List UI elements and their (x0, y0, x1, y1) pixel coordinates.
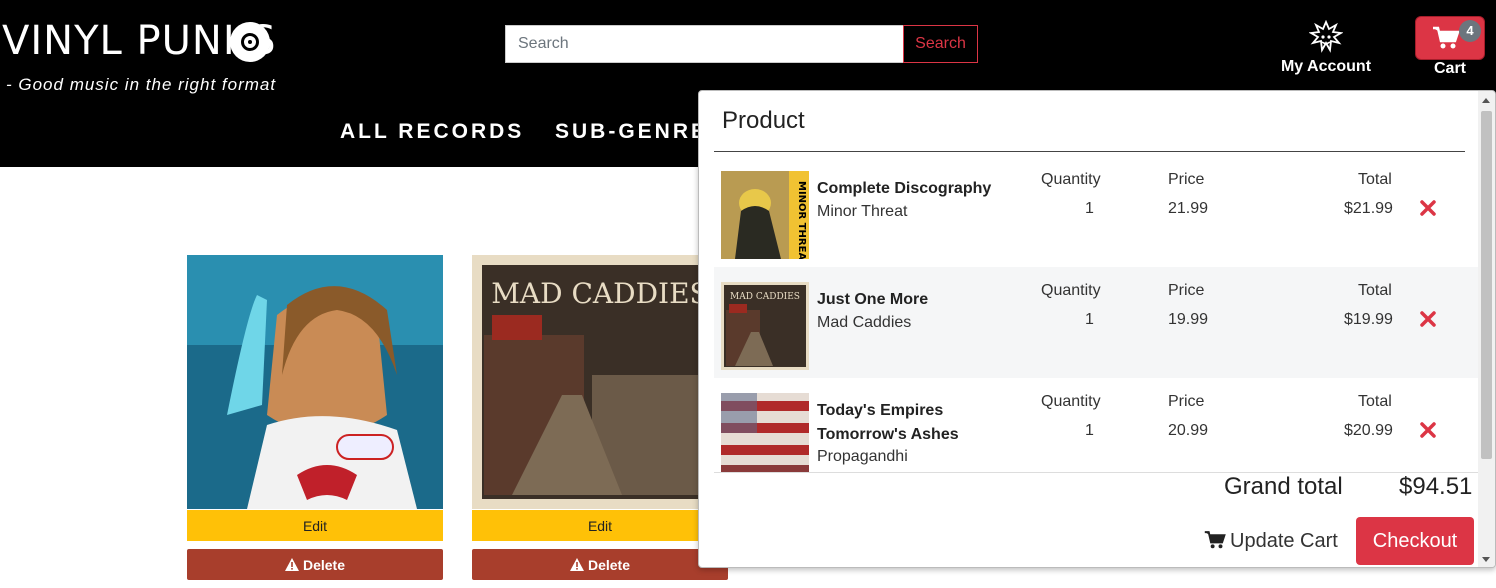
cart-dropdown: Product MINOR THREAT Complete Discograph… (698, 90, 1496, 568)
grand-total-label: Grand total (1224, 473, 1343, 500)
quantity-value[interactable]: 1 (1085, 311, 1094, 329)
price-value: 20.99 (1168, 422, 1209, 439)
cart-item-row: MAD CADDIES Just One More Mad Caddies Qu… (714, 267, 1480, 378)
quantity-value[interactable]: 1 (1085, 200, 1094, 218)
total-label: Total (1358, 171, 1392, 188)
quantity-label: Quantity (1041, 171, 1101, 188)
total-label: Total (1358, 393, 1392, 410)
edit-button[interactable]: Edit (187, 510, 443, 541)
price-label: Price (1168, 282, 1205, 299)
cart-item-thumbnail: MAD CADDIES (721, 282, 809, 370)
cart-icon (1204, 530, 1226, 548)
album-cover-image[interactable] (187, 255, 443, 509)
cart-item-title[interactable]: Complete Discography (817, 177, 1017, 201)
svg-text:MAD CADDIES: MAD CADDIES (491, 277, 708, 310)
checkout-button[interactable]: Checkout (1356, 517, 1474, 565)
delete-button[interactable]: Delete (187, 549, 443, 580)
price-value: 21.99 (1168, 200, 1209, 217)
delete-label: Delete (587, 556, 631, 573)
price-value: 19.99 (1168, 311, 1209, 328)
nav-all-records[interactable]: ALL RECORDS (340, 120, 524, 144)
product-card: MAD CADDIES Edit Delete (472, 255, 728, 580)
my-account-link[interactable]: My Account (1278, 20, 1374, 76)
cart-item-artist: Minor Threat (817, 203, 908, 220)
svg-text:MINOR THREAT: MINOR THREAT (796, 181, 807, 259)
scrollbar-thumb[interactable] (1481, 111, 1492, 459)
total-value: $19.99 (1344, 311, 1393, 328)
cart-item-thumbnail: MINOR THREAT (721, 171, 809, 259)
vinyl-disc-icon (230, 22, 270, 62)
tagline: - Good music in the right format (6, 75, 277, 94)
remove-icon[interactable] (1420, 311, 1436, 327)
warning-icon (569, 557, 584, 571)
scroll-up-arrow[interactable] (1482, 98, 1490, 103)
divider (714, 151, 1465, 152)
cart-button[interactable]: 4 (1415, 16, 1485, 60)
cart-item-title[interactable]: Just One More (817, 288, 1017, 312)
total-value: $21.99 (1344, 200, 1393, 217)
cart-link[interactable]: 4 Cart (1415, 16, 1485, 78)
warning-icon (284, 557, 299, 571)
product-card: Edit Delete (187, 255, 443, 580)
update-cart-button[interactable]: Update Cart (1204, 526, 1338, 556)
account-icon (1309, 20, 1343, 53)
price-label: Price (1168, 171, 1205, 188)
cart-icon (1433, 26, 1460, 49)
cart-item-artist: Propagandhi (817, 448, 908, 465)
grand-total-value: $94.51 (1399, 473, 1473, 500)
price-label: Price (1168, 393, 1205, 410)
scrollbar[interactable] (1478, 91, 1495, 567)
cart-item-row: MINOR THREAT Complete Discography Minor … (714, 156, 1480, 267)
total-label: Total (1358, 282, 1392, 299)
divider (714, 472, 1480, 473)
cart-item-title[interactable]: Today's Empires Tomorrow's Ashes (817, 399, 1017, 447)
quantity-label: Quantity (1041, 282, 1101, 299)
page: VINYL PUNKS - Good music in the right fo… (0, 0, 1496, 588)
search-input[interactable] (505, 25, 904, 63)
total-value: $20.99 (1344, 422, 1393, 439)
edit-button[interactable]: Edit (472, 510, 728, 541)
quantity-label: Quantity (1041, 393, 1101, 410)
remove-icon[interactable] (1420, 422, 1436, 438)
cart-count-badge: 4 (1459, 20, 1481, 42)
delete-label: Delete (302, 556, 346, 573)
cart-dropdown-heading: Product (722, 107, 805, 134)
cart-label: Cart (1433, 60, 1466, 77)
search-button[interactable]: Search (903, 25, 978, 63)
cart-item-row: Today's Empires Tomorrow's Ashes Propaga… (714, 378, 1480, 472)
cart-item-artist: Mad Caddies (817, 314, 912, 331)
update-cart-label: Update Cart (1230, 529, 1338, 552)
remove-icon[interactable] (1420, 200, 1436, 216)
my-account-label: My Account (1280, 58, 1372, 75)
cart-item-thumbnail (721, 393, 809, 472)
delete-button[interactable]: Delete (472, 549, 728, 580)
quantity-value[interactable]: 1 (1085, 422, 1094, 440)
scroll-down-arrow[interactable] (1482, 557, 1490, 562)
svg-text:MAD CADDIES: MAD CADDIES (730, 292, 800, 302)
album-cover-image[interactable]: MAD CADDIES (472, 255, 728, 509)
